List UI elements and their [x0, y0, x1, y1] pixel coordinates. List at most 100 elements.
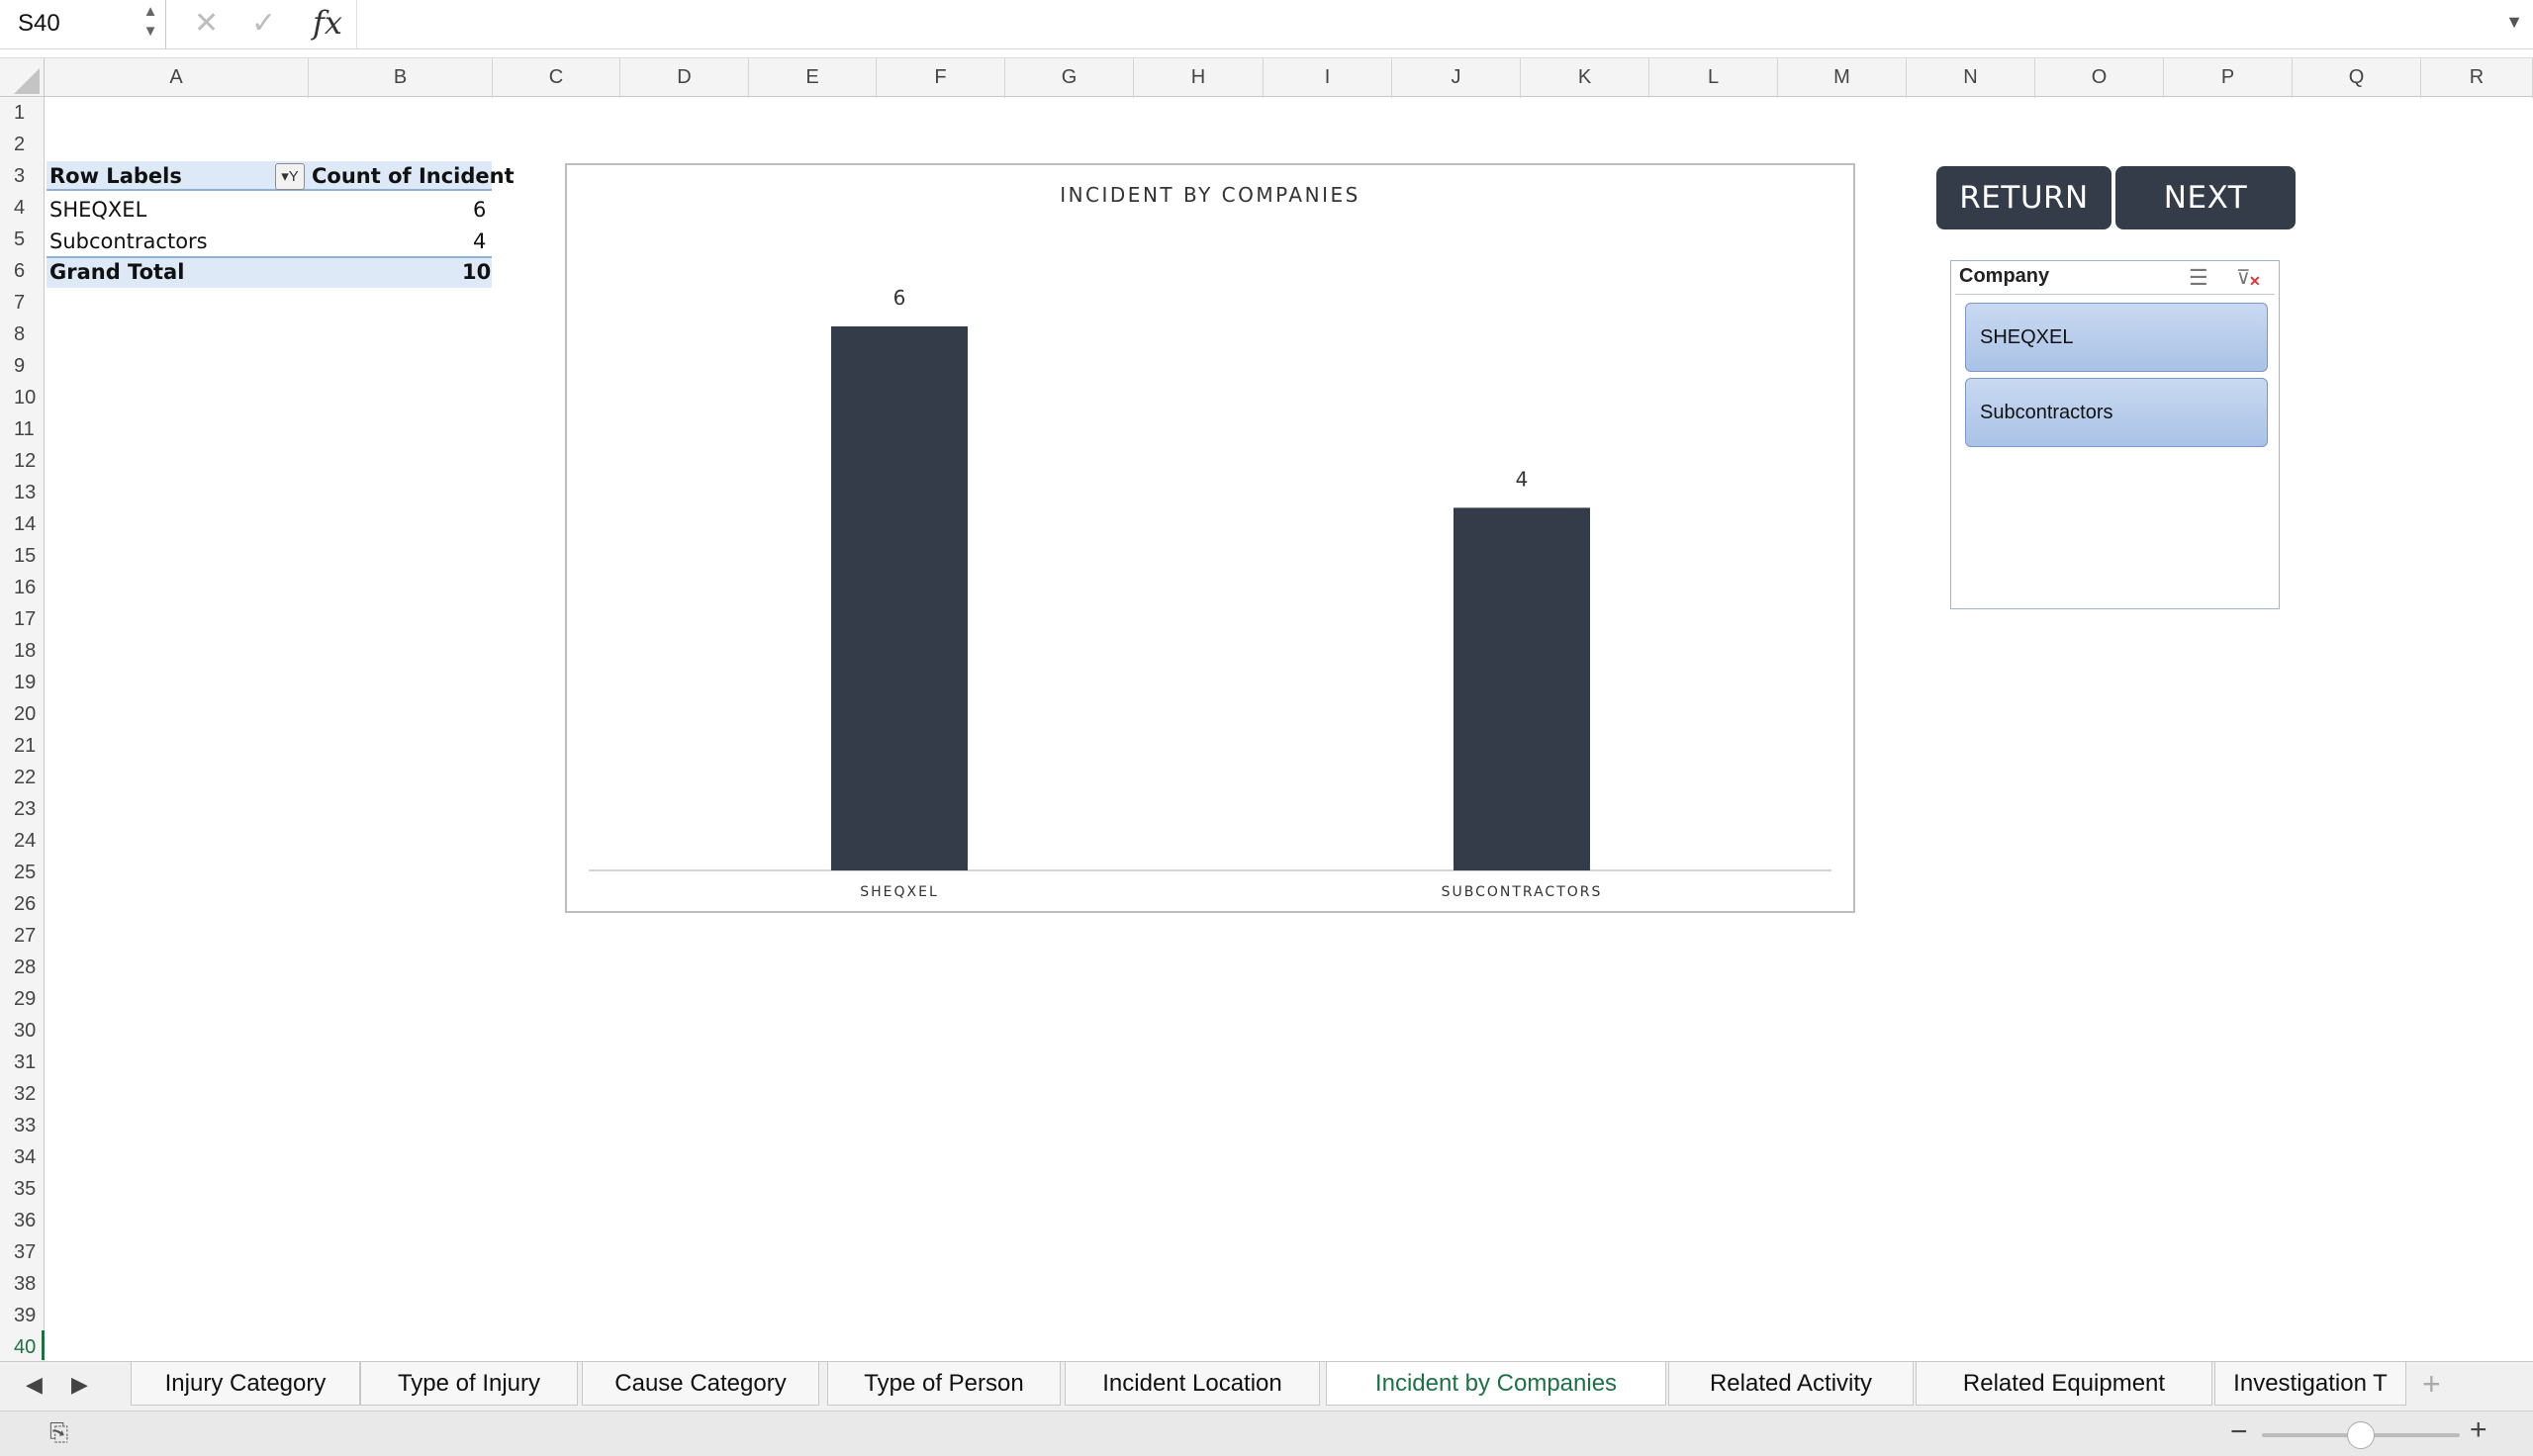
incident-by-companies-chart[interactable]: INCIDENT BY COMPANIES 6 SHEQXEL 4 SUBCONTRA…	[565, 163, 1855, 913]
slicer-item-subcontractors[interactable]: Subcontractors	[1965, 378, 2268, 447]
cancel-icon[interactable]: ✕	[194, 6, 219, 41]
pivot-row-label[interactable]: Subcontractors	[49, 226, 208, 257]
column-header-n[interactable]: N	[1907, 58, 2035, 98]
row-header[interactable]: 23	[0, 793, 45, 825]
sheet-tab-type-of-injury[interactable]: Type of Injury	[360, 1362, 578, 1406]
row-header[interactable]: 17	[0, 603, 45, 635]
row-header[interactable]: 14	[0, 508, 45, 540]
row-header[interactable]: 38	[0, 1268, 45, 1300]
add-sheet-icon[interactable]: +	[2422, 1366, 2441, 1403]
column-header-b[interactable]: B	[309, 58, 493, 98]
row-header[interactable]: 18	[0, 635, 45, 667]
pivot-header-row-labels[interactable]: Row Labels	[49, 160, 182, 192]
column-header-r[interactable]: R	[2421, 58, 2533, 98]
chart-bar[interactable]	[831, 326, 968, 870]
row-header[interactable]: 26	[0, 888, 45, 920]
row-header[interactable]: 39	[0, 1300, 45, 1331]
row-header[interactable]: 37	[0, 1236, 45, 1268]
slicer-item-sheqxel[interactable]: SHEQXEL	[1965, 303, 2268, 372]
return-button[interactable]: RETURN	[1936, 166, 2111, 229]
row-header[interactable]: 10	[0, 382, 45, 413]
column-header-i[interactable]: I	[1264, 58, 1392, 98]
name-box-stepper-icon[interactable]: ▲ ▼	[141, 2, 160, 46]
column-header-d[interactable]: D	[620, 58, 749, 98]
column-header-e[interactable]: E	[749, 58, 877, 98]
next-sheet-icon[interactable]: ▶	[71, 1372, 88, 1398]
expand-formula-bar-icon[interactable]: ▼	[2505, 12, 2523, 33]
next-button[interactable]: NEXT	[2115, 166, 2296, 229]
row-header[interactable]: 33	[0, 1110, 45, 1141]
row-header[interactable]: 3	[0, 160, 45, 192]
sheet-tab-injury-category[interactable]: Injury Category	[131, 1362, 360, 1406]
row-header[interactable]: 16	[0, 572, 45, 603]
sheet-tab-incident-by-companies[interactable]: Incident by Companies	[1326, 1362, 1666, 1406]
zoom-slider-thumb[interactable]	[2347, 1421, 2375, 1449]
column-header-p[interactable]: P	[2164, 58, 2293, 98]
row-header[interactable]: 21	[0, 730, 45, 762]
pivot-row-value[interactable]: 6	[473, 194, 486, 226]
column-header-g[interactable]: G	[1005, 58, 1134, 98]
previous-sheet-icon[interactable]: ◀	[26, 1372, 43, 1398]
row-header[interactable]: 6	[0, 255, 45, 287]
row-header[interactable]: 11	[0, 413, 45, 445]
column-header-l[interactable]: L	[1649, 58, 1778, 98]
enter-icon[interactable]: ✓	[251, 6, 276, 41]
sheet-tab-cause-category[interactable]: Cause Category	[582, 1362, 819, 1406]
pivot-row-label[interactable]: SHEQXEL	[49, 194, 146, 226]
row-header[interactable]: 15	[0, 540, 45, 572]
row-header[interactable]: 9	[0, 350, 45, 382]
sheet-tab-investigation-t[interactable]: Investigation T	[2214, 1362, 2406, 1406]
row-header[interactable]: 28	[0, 952, 45, 983]
row-header[interactable]: 30	[0, 1015, 45, 1046]
pivot-header-count[interactable]: Count of Incident	[312, 160, 515, 192]
row-header[interactable]: 29	[0, 983, 45, 1015]
column-header-j[interactable]: J	[1392, 58, 1521, 98]
row-header[interactable]: 5	[0, 224, 45, 255]
row-header[interactable]: 2	[0, 129, 45, 160]
row-header[interactable]: 13	[0, 477, 45, 508]
row-header[interactable]: 35	[0, 1173, 45, 1205]
row-header[interactable]: 32	[0, 1078, 45, 1110]
row-header[interactable]: 24	[0, 825, 45, 857]
column-header-o[interactable]: O	[2035, 58, 2164, 98]
select-all-button[interactable]	[0, 58, 45, 98]
zoom-out-icon[interactable]: −	[2230, 1415, 2248, 1449]
sheet-tab-type-of-person[interactable]: Type of Person	[827, 1362, 1061, 1406]
pivot-grand-total-value[interactable]: 10	[462, 256, 491, 288]
company-slicer[interactable]: Company ☰ ⊽ ✕ SHEQXEL Subcontractors	[1950, 260, 2280, 609]
formula-input[interactable]	[356, 0, 2484, 49]
row-header[interactable]: 22	[0, 762, 45, 793]
sheet-tab-related-activity[interactable]: Related Activity	[1668, 1362, 1914, 1406]
sheet-tab-related-equipment[interactable]: Related Equipment	[1916, 1362, 2212, 1406]
column-header-q[interactable]: Q	[2293, 58, 2421, 98]
pivot-filter-icon[interactable]: ▾Y	[275, 163, 305, 190]
row-header[interactable]: 20	[0, 698, 45, 730]
column-header-c[interactable]: C	[493, 58, 620, 98]
column-header-m[interactable]: M	[1778, 58, 1907, 98]
row-header[interactable]: 34	[0, 1141, 45, 1173]
row-header[interactable]: 1	[0, 97, 45, 129]
zoom-in-icon[interactable]: +	[2470, 1413, 2487, 1447]
pivot-grand-total-label[interactable]: Grand Total	[49, 256, 184, 288]
sheet-tab-incident-location[interactable]: Incident Location	[1065, 1362, 1320, 1406]
column-header-f[interactable]: F	[877, 58, 1005, 98]
name-box-value[interactable]: S40	[18, 10, 60, 38]
row-header[interactable]: 36	[0, 1205, 45, 1236]
row-header[interactable]: 25	[0, 857, 45, 888]
row-header[interactable]: 40	[0, 1331, 45, 1363]
row-header[interactable]: 7	[0, 287, 45, 318]
pivot-row-value[interactable]: 4	[473, 226, 486, 257]
chart-bar[interactable]	[1454, 507, 1590, 870]
row-header[interactable]: 19	[0, 667, 45, 698]
row-header[interactable]: 8	[0, 318, 45, 350]
record-macro-icon[interactable]: ⎘	[49, 1419, 68, 1447]
row-header[interactable]: 4	[0, 192, 45, 224]
row-header[interactable]: 31	[0, 1046, 45, 1078]
name-box[interactable]: S40 ▲ ▼	[0, 0, 166, 49]
row-header[interactable]: 27	[0, 920, 45, 952]
column-header-k[interactable]: K	[1521, 58, 1649, 98]
multi-select-icon[interactable]: ☰	[2189, 265, 2208, 291]
column-header-a[interactable]: A	[45, 58, 309, 98]
column-header-h[interactable]: H	[1134, 58, 1264, 98]
row-header[interactable]: 12	[0, 445, 45, 477]
